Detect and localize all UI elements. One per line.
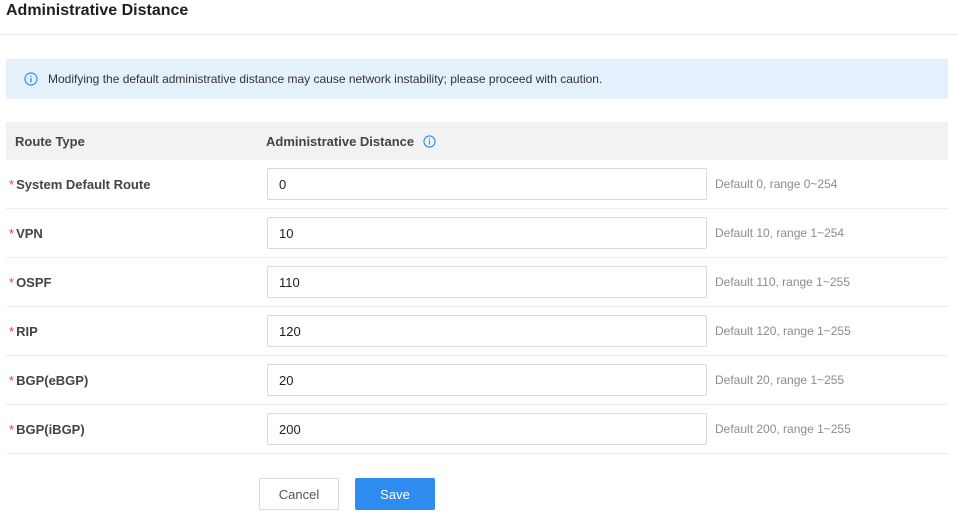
header-admin-distance-label: Administrative Distance [266,133,415,149]
caution-notice: Modifying the default administrative dis… [6,59,948,99]
route-type-label: * BGP(eBGP) [6,373,267,388]
save-button[interactable]: Save [355,478,435,510]
table-row: *BGP(eBGP) Default 20, range 1~255 [6,356,948,405]
route-type-label: * BGP(iBGP) [6,422,267,437]
range-hint: Default 120, range 1~255 [715,324,851,338]
required-asterisk: * [9,225,15,241]
info-tooltip-icon[interactable] [423,134,436,148]
range-hint: Default 200, range 1~255 [715,422,851,436]
bgp-ebgp-input[interactable] [267,364,707,396]
header-route-type: Route Type [15,133,85,149]
title-divider [0,34,958,35]
required-asterisk: * [9,176,15,192]
route-type-name: BGP(iBGP) [16,421,85,437]
system-default-route-input[interactable] [267,168,707,200]
range-hint: Default 0, range 0~254 [715,177,838,191]
required-asterisk: * [9,372,15,388]
ospf-input[interactable] [267,266,707,298]
table-row: *BGP(iBGP) Default 200, range 1~255 [6,405,948,454]
route-type-name: RIP [16,323,38,339]
cancel-button[interactable]: Cancel [259,478,339,510]
table-row: *System Default Route Default 0, range 0… [6,160,948,209]
table-row: *RIP Default 120, range 1~255 [6,307,948,356]
route-type-label: * OSPF [6,275,267,290]
route-type-name: OSPF [16,274,52,290]
table-row: *VPN Default 10, range 1~254 [6,209,948,258]
route-type-label: * RIP [6,324,267,339]
route-type-label: * VPN [6,226,267,241]
rip-input[interactable] [267,315,707,347]
notice-text: Modifying the default administrative dis… [48,72,603,86]
bgp-ibgp-input[interactable] [267,413,707,445]
table-header: Route Type Administrative Distance [6,122,948,160]
route-type-label: * System Default Route [6,177,267,192]
range-hint: Default 110, range 1~255 [715,275,850,289]
admin-distance-table: Route Type Administrative Distance * Syst… [6,122,948,454]
admin-distance-page: Administrative Distance Modifying the de… [0,0,958,523]
page-title: Administrative Distance [6,2,189,19]
table-row: *OSPF Default 110, range 1~255 [6,258,948,307]
route-type-name: BGP(eBGP) [16,372,89,388]
required-asterisk: * [9,323,15,339]
info-icon [24,72,38,86]
range-hint: Default 10, range 1~254 [715,226,845,240]
required-asterisk: * [9,274,15,290]
route-type-name: System Default Route [16,176,151,192]
vpn-input[interactable] [267,217,707,249]
required-asterisk: * [9,421,15,437]
header-admin-distance: Administrative Distance [266,134,948,149]
range-hint: Default 20, range 1~255 [715,373,845,387]
route-type-name: VPN [16,225,43,241]
